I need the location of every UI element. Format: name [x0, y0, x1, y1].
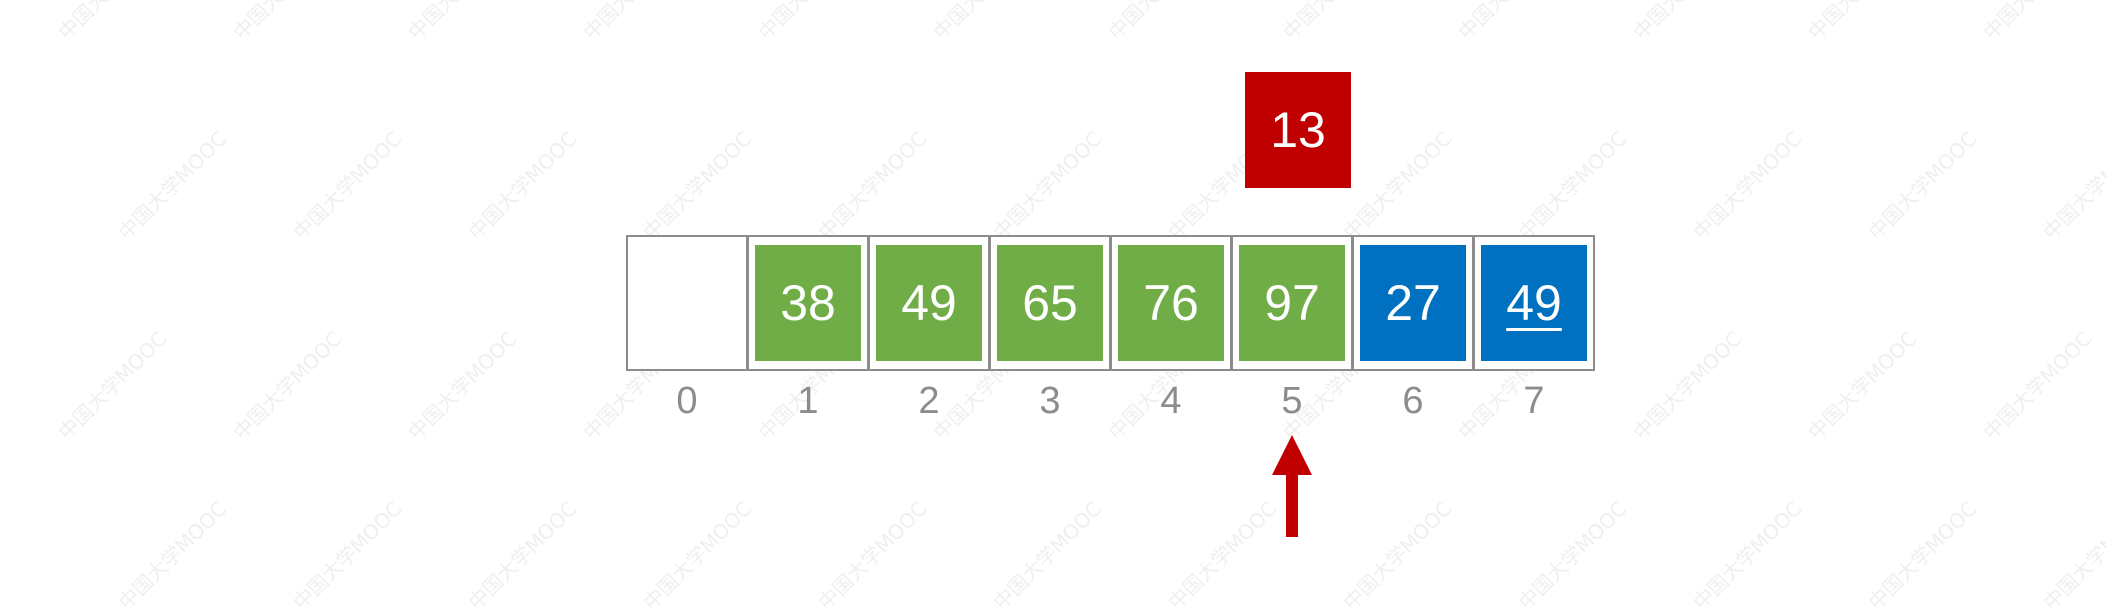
watermark-text: 中国大学MOOC [1338, 126, 1457, 245]
up-arrow-icon [1272, 435, 1312, 537]
array-cell-7: 49 [1473, 235, 1595, 371]
watermark-text: 中国大学MOOC [988, 496, 1107, 615]
watermark-text: 中国大学MOOC [113, 126, 232, 245]
watermark-text: 中国大学MOOC [1513, 126, 1632, 245]
array-cell-fill: 76 [1118, 245, 1224, 361]
arrow-shaft [1286, 473, 1298, 537]
watermark-text: 中国大学MOOC [463, 126, 582, 245]
watermark-text: 中国大学MOOC [813, 126, 932, 245]
watermark-text: 中国大学MOOC [288, 126, 407, 245]
watermark-text: 中国大学MOOC [1803, 326, 1922, 445]
watermark-text: 中国大学MOOC [576, 0, 697, 45]
watermark-text: 中国大学MOOC [1101, 0, 1222, 45]
watermark-text: 中国大学MOOC [113, 496, 232, 615]
watermark-text: 中国大学MOOC [2038, 496, 2106, 615]
array-cell-1: 38 [747, 235, 869, 371]
watermark-text: 中国大学MOOC [1338, 496, 1457, 615]
index-label-2: 2 [918, 380, 940, 422]
array: 38 49 65 76 97 27 49 [626, 235, 1595, 371]
array-cell-fill: 27 [1360, 245, 1466, 361]
index-label-1: 1 [797, 380, 819, 422]
watermark-text: 中国大学MOOC [926, 0, 1047, 45]
array-cell-value: 97 [1264, 275, 1320, 331]
array-cell-fill: 38 [755, 245, 861, 361]
watermark-text: 中国大学MOOC [2038, 126, 2106, 245]
array-cell-4: 76 [1110, 235, 1232, 371]
array-cell-value: 49 [901, 275, 957, 331]
watermark-text: 中国大学MOOC [403, 326, 522, 445]
array-cell-value: 38 [780, 275, 836, 331]
array-cell-fill: 65 [997, 245, 1103, 361]
array-cell-6: 27 [1352, 235, 1474, 371]
watermark-text: 中国大学MOOC [1628, 326, 1747, 445]
watermark-text: 中国大学MOOC [1163, 496, 1282, 615]
index-row: 0 1 2 3 4 5 6 7 [626, 380, 1595, 423]
watermark-text: 中国大学MOOC [1976, 0, 2097, 45]
watermark-text: 中国大学MOOC [1513, 496, 1632, 615]
array-cell-0 [626, 235, 748, 371]
array-cell-3: 65 [989, 235, 1111, 371]
array-cell-fill: 49 [1481, 245, 1587, 361]
array-cell-2: 49 [868, 235, 990, 371]
index-label-0: 0 [676, 380, 698, 422]
index-label-5: 5 [1281, 380, 1303, 422]
watermark-text: 中国大学MOOC [228, 326, 347, 445]
watermark-text: 中国大学MOOC [751, 0, 872, 45]
array-cell-value: 27 [1385, 275, 1441, 331]
watermark-text: 中国大学MOOC [51, 0, 172, 45]
arrow-head [1272, 435, 1312, 475]
watermark-text: 中国大学MOOC [1978, 326, 2097, 445]
key-value-box: 13 [1245, 72, 1351, 188]
watermark-text: 中国大学MOOC [638, 496, 757, 615]
array-cell-5: 97 [1231, 235, 1353, 371]
array-cell-fill: 49 [876, 245, 982, 361]
watermark-text: 中国大学MOOC [1626, 0, 1747, 45]
array-cell-value: 49 [1506, 275, 1562, 331]
index-label-4: 4 [1160, 380, 1182, 422]
key-value: 13 [1270, 102, 1326, 158]
watermark-text: 中国大学MOOC [53, 326, 172, 445]
watermark-text: 中国大学MOOC [1276, 0, 1397, 45]
array-cell-fill [634, 245, 740, 361]
index-label-3: 3 [1039, 380, 1061, 422]
watermark-text: 中国大学MOOC [1688, 496, 1807, 615]
watermark-text: 中国大学MOOC [1863, 496, 1982, 615]
watermark-text: 中国大学MOOC [1451, 0, 1572, 45]
watermark-text: 中国大学MOOC [401, 0, 522, 45]
watermark-text: 中国大学MOOC [1863, 126, 1982, 245]
watermark-text: 中国大学MOOC [813, 496, 932, 615]
index-label-6: 6 [1402, 380, 1424, 422]
watermark-text: 中国大学MOOC [988, 126, 1107, 245]
watermark-text: 中国大学MOOC [638, 126, 757, 245]
watermark-text: 中国大学MOOC [463, 496, 582, 615]
watermark-text: 中国大学MOOC [1801, 0, 1922, 45]
array-cell-value: 65 [1022, 275, 1078, 331]
watermark-text: 中国大学MOOC [288, 496, 407, 615]
watermark-text: 中国大学MOOC [226, 0, 347, 45]
watermark-text: 中国大学MOOC [1688, 126, 1807, 245]
array-cell-fill: 97 [1239, 245, 1345, 361]
array-cell-value: 76 [1143, 275, 1199, 331]
index-label-7: 7 [1523, 380, 1545, 422]
